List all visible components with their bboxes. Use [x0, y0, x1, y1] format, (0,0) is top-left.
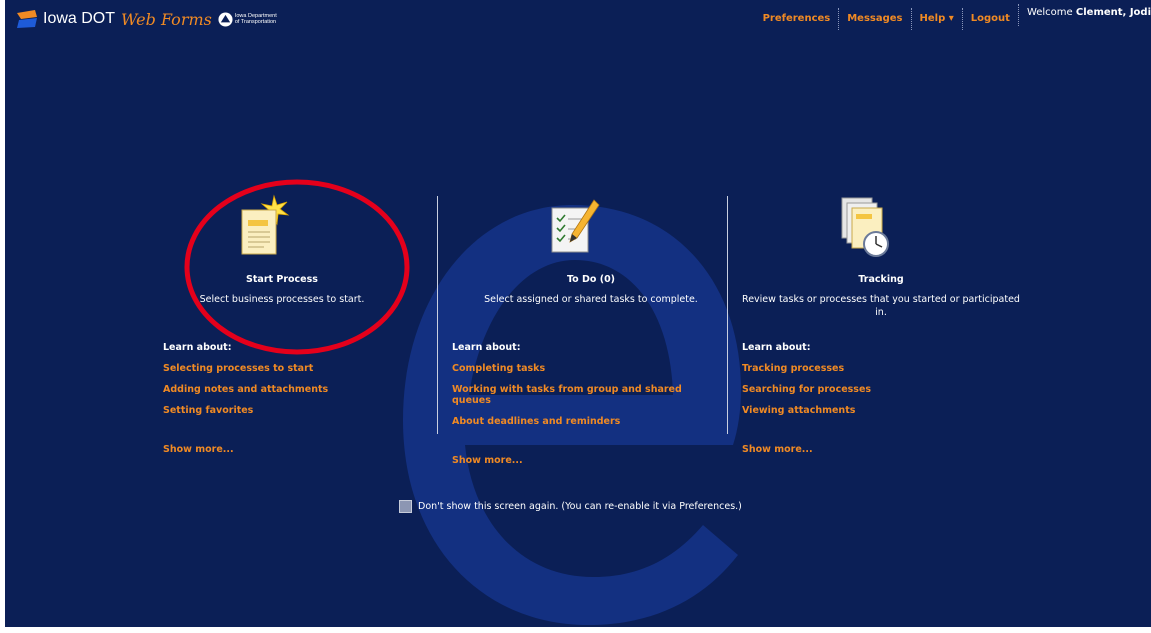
todo-checklist-icon[interactable]	[550, 194, 600, 258]
logo-script-text: Web Forms	[121, 9, 212, 29]
help-menu[interactable]: Help ▾	[912, 8, 963, 30]
welcome-message: Welcome Clement, Jodi	[1017, 4, 1151, 26]
show-more-link[interactable]: Show more...	[452, 455, 523, 466]
welcome-prefix: Welcome	[1026, 7, 1073, 18]
dont-show-label: Don't show this screen again. (You can r…	[418, 501, 742, 512]
column-divider	[437, 196, 438, 434]
link-completing-tasks[interactable]: Completing tasks	[452, 363, 692, 374]
link-adding-notes[interactable]: Adding notes and attachments	[163, 384, 403, 395]
preferences-link[interactable]: Preferences	[755, 8, 840, 30]
help-label: Help	[919, 13, 946, 24]
logo-subtitle: Iowa Department of Transportation	[235, 13, 277, 25]
logout-link[interactable]: Logout	[963, 8, 1018, 30]
department-seal-icon	[218, 11, 233, 27]
show-more-link[interactable]: Show more...	[163, 444, 234, 455]
tracking-title[interactable]: Tracking	[736, 274, 1026, 285]
logo-text: Iowa DOT	[43, 10, 116, 27]
user-name: Clement, Jodi	[1075, 7, 1151, 18]
todo-title[interactable]: To Do (0)	[446, 274, 736, 285]
page: Iowa DOT Web Forms Iowa Department of Tr…	[0, 0, 1151, 633]
app-window: Iowa DOT Web Forms Iowa Department of Tr…	[5, 0, 1151, 627]
learn-links-list: Tracking processes Searching for process…	[742, 363, 982, 426]
logo-subtitle-line2: of Transportation	[234, 19, 277, 25]
learn-about-heading: Learn about:	[452, 342, 521, 353]
learn-links-list: Selecting processes to start Adding note…	[163, 363, 403, 426]
learn-about-heading: Learn about:	[742, 342, 811, 353]
highlight-circle	[184, 179, 410, 355]
link-selecting-processes[interactable]: Selecting processes to start	[163, 363, 403, 374]
link-tracking-processes[interactable]: Tracking processes	[742, 363, 982, 374]
tracking-clock-icon[interactable]	[840, 194, 890, 258]
link-viewing-attachments[interactable]: Viewing attachments	[742, 405, 982, 416]
column-divider	[727, 196, 728, 434]
caret-down-icon: ▾	[948, 13, 954, 24]
iowa-dot-logo-icon	[17, 10, 37, 28]
tracking-description: Review tasks or processes that you start…	[742, 294, 1020, 318]
link-searching-processes[interactable]: Searching for processes	[742, 384, 982, 395]
show-more-link[interactable]: Show more...	[742, 444, 813, 455]
dont-show-again-option[interactable]: Don't show this screen again. (You can r…	[399, 500, 742, 513]
link-deadlines-reminders[interactable]: About deadlines and reminders	[452, 416, 692, 427]
link-working-with-queues[interactable]: Working with tasks from group and shared…	[452, 384, 692, 406]
link-setting-favorites[interactable]: Setting favorites	[163, 405, 403, 416]
learn-links-list: Completing tasks Working with tasks from…	[452, 363, 692, 437]
dont-show-checkbox[interactable]	[399, 500, 412, 513]
messages-link[interactable]: Messages	[839, 8, 912, 30]
app-logo[interactable]: Iowa DOT Web Forms Iowa Department of Tr…	[15, 8, 277, 30]
top-nav: Preferences Messages Help ▾ Logout Welco…	[755, 4, 1151, 30]
todo-description: Select assigned or shared tasks to compl…	[484, 294, 698, 305]
